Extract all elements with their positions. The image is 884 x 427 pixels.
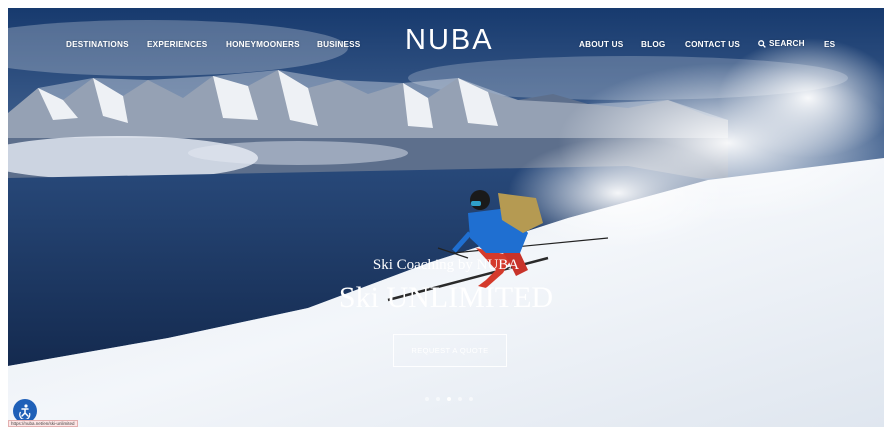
nav-about-us[interactable]: ABOUT US [579, 40, 623, 49]
language-switch-es[interactable]: ES [824, 40, 835, 49]
status-bar-url: https://nuba.net/en/ski-unlimited [8, 420, 78, 427]
slider-pagination [425, 397, 473, 401]
site-logo[interactable]: NUBA [405, 24, 494, 57]
search-icon [758, 39, 766, 48]
request-quote-label: REQUEST A QUOTE [411, 346, 489, 355]
slider-dot[interactable] [458, 397, 462, 401]
request-quote-button[interactable]: REQUEST A QUOTE [393, 334, 507, 367]
nav-business[interactable]: BUSINESS [317, 40, 360, 49]
nav-destinations[interactable]: DESTINATIONS [66, 40, 129, 49]
hero-kicker: Ski Coaching by NUBA [372, 257, 520, 273]
slider-dot[interactable] [469, 397, 473, 401]
slider-dot[interactable] [436, 397, 440, 401]
nav-contact-us[interactable]: CONTACT US [685, 40, 740, 49]
hero-headline: Ski UNLIMITED [338, 281, 554, 314]
slider-dot[interactable] [447, 397, 451, 401]
nav-honeymooners[interactable]: HONEYMOONERS [226, 40, 300, 49]
nav-blog[interactable]: BLOG [641, 40, 665, 49]
accessibility-icon [19, 404, 31, 419]
slider-dot[interactable] [425, 397, 429, 401]
search-label: SEARCH [769, 39, 805, 48]
nav-experiences[interactable]: EXPERIENCES [147, 40, 207, 49]
browser-viewport: DESTINATIONS EXPERIENCES HONEYMOONERS BU… [8, 8, 884, 427]
search-link[interactable]: SEARCH [758, 39, 805, 48]
